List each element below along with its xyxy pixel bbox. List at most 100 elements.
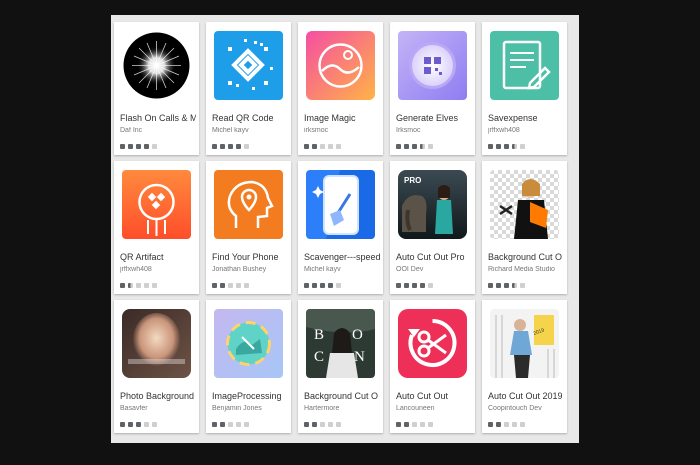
star-icon: [488, 283, 493, 288]
star-icon: [136, 283, 141, 288]
app-card[interactable]: Read QR Code Michel kayv: [206, 22, 291, 155]
rating-stars: [304, 422, 341, 428]
star-icon: [412, 422, 417, 427]
svg-text:C: C: [314, 349, 324, 365]
document-pen-icon: [490, 31, 559, 100]
app-card[interactable]: PRO Auto Cut Out Pro OOI Dev: [390, 161, 475, 294]
star-icon: [504, 422, 509, 427]
scissors-circle-icon: [398, 309, 467, 378]
star-icon: [504, 283, 509, 288]
app-title: Auto Cut Out 2019: [488, 391, 563, 401]
app-card[interactable]: Find Your Phone Jonathan Bushey: [206, 161, 291, 294]
svg-text:PRO: PRO: [404, 176, 421, 185]
rating-stars: [396, 283, 433, 289]
star-icon: [152, 283, 157, 288]
head-location-icon: [214, 170, 283, 239]
app-title: Photo Background: [120, 391, 195, 401]
app-card[interactable]: Scavenger---speed Michel kayv: [298, 161, 383, 294]
star-icon: [404, 144, 409, 149]
star-icon: [396, 283, 401, 288]
star-icon: [144, 283, 149, 288]
app-title: Find Your Phone: [212, 252, 279, 262]
rating-stars: [488, 283, 525, 289]
app-grid-panel: Flash On Calls & M Daf Inc Read QR Code …: [111, 15, 579, 443]
star-icon: [312, 422, 317, 427]
star-icon: [412, 144, 417, 149]
star-icon: [128, 144, 133, 149]
app-title: Image Magic: [304, 113, 356, 123]
star-icon: [496, 283, 501, 288]
auto-cut-2019-icon: 2019: [490, 309, 559, 378]
star-icon: [312, 144, 317, 149]
star-icon: [304, 144, 309, 149]
app-developer: Benjamin Jones: [212, 405, 262, 412]
star-icon: [420, 144, 425, 149]
app-card[interactable]: B O C N Background Cut O Hartermore: [298, 300, 383, 433]
star-icon: [212, 422, 217, 427]
app-developer: Basavfer: [120, 405, 148, 412]
star-icon: [244, 283, 249, 288]
svg-text:N: N: [354, 349, 365, 365]
star-icon: [144, 144, 149, 149]
star-icon: [496, 422, 501, 427]
star-icon: [328, 144, 333, 149]
circle-photo-icon: [214, 309, 283, 378]
star-icon: [328, 422, 333, 427]
cutout-woman-icon: [490, 170, 559, 239]
app-card[interactable]: 2019 Auto Cut Out 2019 Coopintouch Dev: [482, 300, 567, 433]
star-icon: [336, 144, 341, 149]
app-developer: Richard Media Studio: [488, 266, 555, 273]
app-developer: Michel kayv: [212, 127, 249, 134]
star-icon: [220, 144, 225, 149]
app-developer: jrffxwh408: [120, 266, 152, 273]
svg-text:O: O: [352, 327, 363, 343]
star-icon: [220, 422, 225, 427]
app-title: Background Cut O: [488, 252, 563, 262]
star-icon: [212, 144, 217, 149]
star-icon: [496, 144, 501, 149]
app-card[interactable]: Image Magic irksmoc: [298, 22, 383, 155]
star-icon: [428, 283, 433, 288]
star-icon: [128, 283, 133, 288]
star-icon: [228, 422, 233, 427]
app-title: ImageProcessing: [212, 391, 282, 401]
star-icon: [504, 144, 509, 149]
app-card[interactable]: Photo Background Basavfer: [114, 300, 199, 433]
rating-stars: [488, 144, 525, 150]
star-icon: [512, 144, 517, 149]
star-icon: [120, 283, 125, 288]
rating-stars: [212, 422, 249, 428]
star-icon: [320, 144, 325, 149]
star-icon: [128, 422, 133, 427]
star-icon: [512, 422, 517, 427]
app-card[interactable]: Background Cut O Richard Media Studio: [482, 161, 567, 294]
star-icon: [228, 144, 233, 149]
star-icon: [428, 422, 433, 427]
app-card[interactable]: QR Artifact jrffxwh408: [114, 161, 199, 294]
star-icon: [488, 144, 493, 149]
app-card[interactable]: Savexpense jrffxwh408: [482, 22, 567, 155]
app-developer: Jonathan Bushey: [212, 266, 267, 273]
rating-stars: [304, 144, 341, 150]
star-icon: [320, 422, 325, 427]
star-icon: [120, 144, 125, 149]
app-title: Auto Cut Out Pro: [396, 252, 465, 262]
star-icon: [212, 283, 217, 288]
star-icon: [328, 283, 333, 288]
rating-stars: [396, 144, 433, 150]
app-card[interactable]: Generate Elves Irksmoc: [390, 22, 475, 155]
qr-code-icon: [214, 31, 283, 100]
star-icon: [312, 283, 317, 288]
star-icon: [236, 283, 241, 288]
star-icon: [520, 283, 525, 288]
star-icon: [136, 144, 141, 149]
star-icon: [512, 283, 517, 288]
app-developer: Hartermore: [304, 405, 340, 412]
app-card[interactable]: Auto Cut Out Lancouneen: [390, 300, 475, 433]
app-card[interactable]: ImageProcessing Benjamin Jones: [206, 300, 291, 433]
rating-stars: [396, 422, 433, 428]
app-developer: Irksmoc: [396, 127, 421, 134]
app-card[interactable]: Flash On Calls & M Daf Inc: [114, 22, 199, 155]
star-icon: [304, 283, 309, 288]
rating-stars: [304, 283, 341, 289]
